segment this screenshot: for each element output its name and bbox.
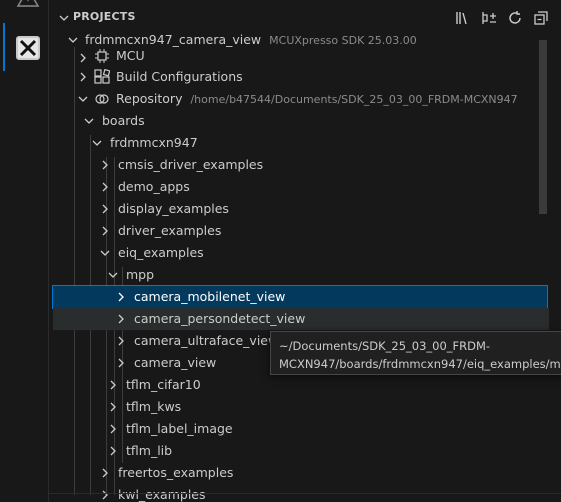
tree-item-camera-mobilenet-view[interactable]: camera_mobilenet_view [52,285,548,309]
library-icon[interactable] [455,10,471,26]
panel-bottom-border [49,493,561,494]
build-configurations-label: Build Configurations [116,69,243,84]
chevron-right-icon [102,204,108,214]
activity-bar [0,0,48,502]
collapse-all-icon[interactable] [533,10,549,26]
chevron-right-icon [118,336,124,346]
tree-item-mcu[interactable]: MCU [53,44,549,66]
tree-item-label: freertos_examples [118,465,234,480]
chevron-down-icon [59,15,69,21]
refresh-icon[interactable] [507,10,523,26]
chevron-right-icon [110,424,116,434]
board-label: frdmmcxn947 [110,135,198,150]
tree-item-tflm-kws[interactable]: tflm_kws [53,396,549,418]
chevron-down-icon [108,272,118,278]
mcu-label: MCU [116,48,145,63]
tree-item-cmsis-driver-examples[interactable]: cmsis_driver_examples [53,154,549,176]
projects-sidebar: PROJECTS frdmmcxn947_camera_viewMCUXpre [49,0,561,502]
chevron-right-icon [102,490,108,500]
tree-item-label: tflm_cifar10 [126,377,201,392]
build-config-icon [94,69,110,84]
chevron-right-icon [110,402,116,412]
tree-item-label: mpp [126,267,155,282]
active-view-indicator [3,23,5,71]
boards-label: boards [102,113,145,128]
tree-item-eiq-examples[interactable]: eiq_examples [53,242,549,264]
chevron-right-icon [118,358,124,368]
chevron-right-icon [80,53,86,63]
chevron-right-icon [102,468,108,478]
repository-path: /home/b47544/Documents/SDK_25_03_00_FRDM… [190,93,518,106]
tree-item-label: tflm_kws [126,399,182,414]
chevron-down-icon [84,118,94,124]
chevron-right-icon [110,380,116,390]
tree-item-boards[interactable]: boards [53,110,549,132]
mcux-logo-icon[interactable] [15,0,41,10]
chevron-down-icon [100,250,110,256]
tree-item-label: camera_mobilenet_view [134,289,286,304]
tree-item-label: kwl_examples [118,487,206,502]
tree-item-freertos-examples[interactable]: freertos_examples [53,462,549,484]
tree-item-label: camera_persondetect_view [134,311,306,326]
chevron-right-icon [102,160,108,170]
vertical-scrollbar[interactable] [539,40,547,214]
tree-item-label: camera_view [134,355,217,370]
tooltip-line-2: MCXN947/boards/frdmmcxn947/eiq_examples/… [279,357,561,371]
mcuxpresso-x-icon[interactable] [16,36,40,60]
tree-item-tflm-label-image[interactable]: tflm_label_image [53,418,549,440]
tree-item-repository[interactable]: Repository/home/b47544/Documents/SDK_25_… [53,88,549,110]
tree-item-mpp[interactable]: mpp [53,264,549,286]
tree-item-board[interactable]: frdmmcxn947 [53,132,549,154]
path-tooltip: ~/Documents/SDK_25_03_00_FRDM- MCXN947/b… [270,331,561,375]
section-title: PROJECTS [73,10,136,23]
chevron-right-icon [102,182,108,192]
chevron-right-icon [118,292,124,302]
debug-config-icon[interactable] [481,10,497,26]
chevron-right-icon [102,226,108,236]
tree-item-label: driver_examples [118,223,222,238]
tree-item-camera-persondetect-view[interactable]: camera_persondetect_view [53,308,549,330]
chevron-right-icon [110,446,116,456]
tree-item-tflm-lib[interactable]: tflm_lib [53,440,549,462]
tree-item-driver-examples[interactable]: driver_examples [53,220,549,242]
section-toolbar [455,10,549,26]
chevron-right-icon [80,72,86,82]
tree-item-label: camera_ultraface_view [134,333,279,348]
chip-icon [95,49,109,63]
tree-item-label: demo_apps [118,179,190,194]
tree-item-display-examples[interactable]: display_examples [53,198,549,220]
chevron-right-icon [118,314,124,324]
tree-item-label: tflm_label_image [126,421,233,436]
chevron-down-icon [92,140,102,146]
tree-item-tflm-cifar10[interactable]: tflm_cifar10 [53,374,549,396]
repository-icon [95,94,109,104]
projects-section-header[interactable]: PROJECTS [49,7,561,29]
tree-item-demo-apps[interactable]: demo_apps [53,176,549,198]
repository-label: Repository/home/b47544/Documents/SDK_25_… [116,91,518,106]
tree-item-label: eiq_examples [118,245,204,260]
tree-item-label: display_examples [118,201,229,216]
tooltip-line-1: ~/Documents/SDK_25_03_00_FRDM- [279,339,491,353]
tree-item-build-configurations[interactable]: Build Configurations [53,66,549,88]
chevron-down-icon [78,96,88,102]
tree-item-label: tflm_lib [126,443,173,458]
tree-item-label: cmsis_driver_examples [118,157,264,172]
